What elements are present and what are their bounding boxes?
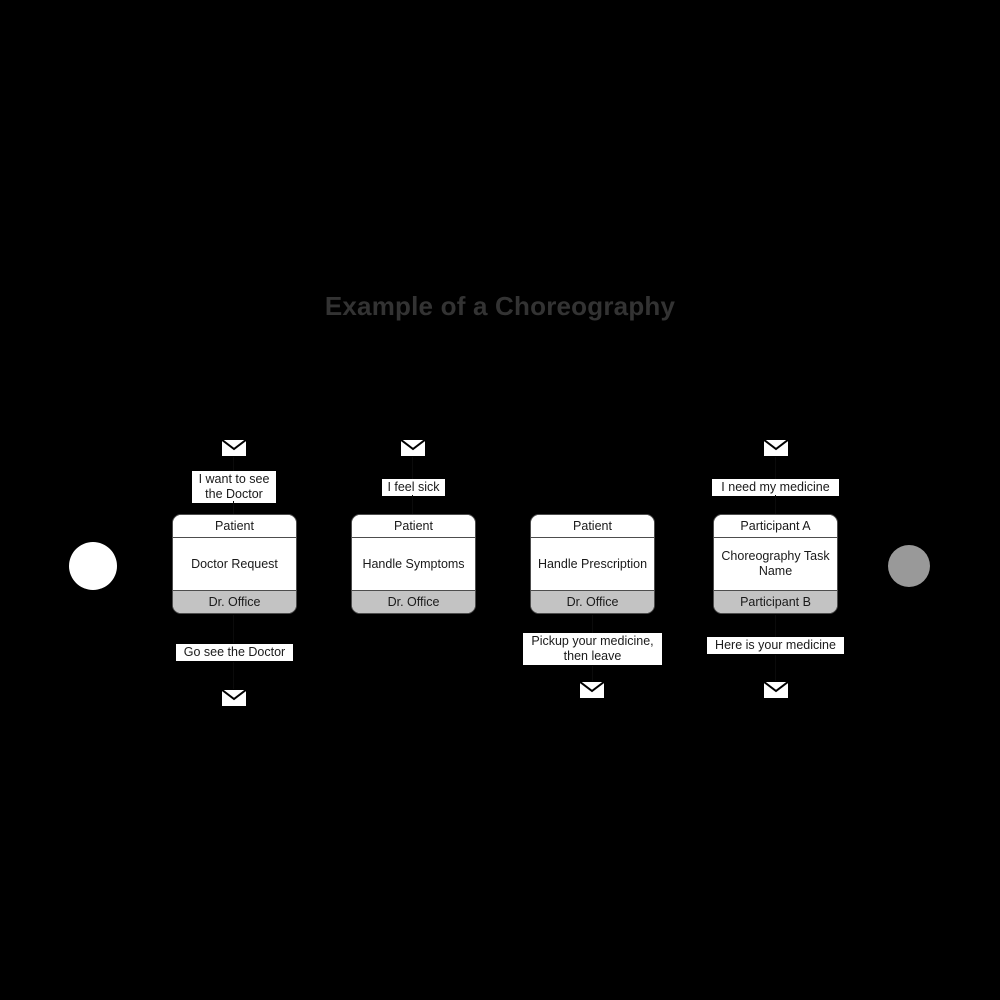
message-label: I feel sick [382,479,445,496]
sequence-flow-task1-to-task2 [297,566,351,567]
initiator-band: Patient [531,515,654,538]
end-event[interactable] [888,545,930,587]
message-link-task1-bottom-lower [233,662,234,689]
sequence-flow-task4-to-end [838,566,885,567]
message-link-task1-top-lower [233,501,234,514]
initiator-band: Patient [173,515,296,538]
sequence-flow-start-to-task1 [118,566,172,567]
message-envelope-icon [579,681,605,699]
message-link-task2-top [412,457,413,479]
message-envelope-icon [400,439,426,457]
message-envelope-icon [763,439,789,457]
message-link-task3-bottom [592,615,593,633]
message-link-task2-top-lower [412,495,413,514]
task-name: Choreography Task Name [714,538,837,590]
responder-band: Dr. Office [173,590,296,613]
message-link-task3-bottom-lower [592,666,593,681]
message-link-task4-top-lower [775,495,776,514]
choreography-task[interactable]: Patient Doctor Request Dr. Office [172,514,297,614]
message-label: I need my medicine [712,479,839,496]
responder-band: Participant B [714,590,837,613]
page-title: Example of a Choreography [324,291,676,321]
message-label: Pickup your medicine, then leave [523,633,662,665]
task-name: Handle Symptoms [352,538,475,590]
initiator-band: Patient [352,515,475,538]
choreography-task[interactable]: Participant A Choreography Task Name Par… [713,514,838,614]
message-envelope-icon [221,689,247,707]
task-name: Doctor Request [173,538,296,590]
choreography-diagram-canvas: Example of a Choreography I want to see … [0,0,1000,1000]
message-link-task1-bottom [233,615,234,643]
start-event[interactable] [69,542,117,590]
responder-band: Dr. Office [531,590,654,613]
message-link-task4-top [775,457,776,479]
message-envelope-icon [221,439,247,457]
sequence-flow-task2-to-task3 [476,566,530,567]
initiator-band: Participant A [714,515,837,538]
message-link-task4-bottom-lower [775,655,776,681]
message-label: Here is your medicine [707,637,844,654]
message-link-task4-bottom [775,615,776,637]
choreography-task[interactable]: Patient Handle Symptoms Dr. Office [351,514,476,614]
task-name: Handle Prescription [531,538,654,590]
message-envelope-icon [763,681,789,699]
responder-band: Dr. Office [352,590,475,613]
message-label: Go see the Doctor [176,644,293,661]
sequence-flow-task3-to-task4 [655,566,713,567]
message-label: I want to see the Doctor [192,471,276,503]
choreography-task[interactable]: Patient Handle Prescription Dr. Office [530,514,655,614]
